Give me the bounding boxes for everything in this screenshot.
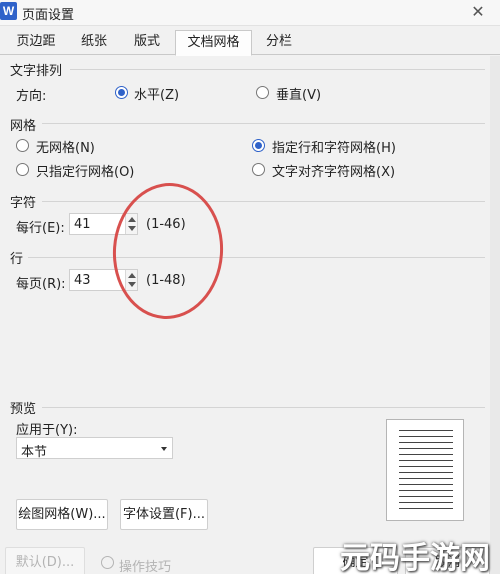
snap-to-char-grid-label[interactable]: 文字对齐字符网格(X)	[272, 161, 395, 180]
chars-per-line-value[interactable]: 41	[74, 217, 91, 232]
preview-text-line	[399, 460, 453, 461]
horizontal-radio[interactable]	[115, 86, 128, 99]
line-grid-only-label[interactable]: 只指定行网格(O)	[36, 161, 134, 180]
background-scrollbar	[490, 56, 500, 574]
section-divider	[42, 123, 485, 124]
preview-text-line	[399, 502, 453, 503]
section-divider	[70, 69, 485, 70]
vertical-radio[interactable]	[256, 86, 269, 99]
tab-columns[interactable]: 分栏	[257, 30, 301, 55]
apply-to-select[interactable]: 本节	[16, 437, 173, 460]
draw-grid-button[interactable]: 绘图网格(W)...	[16, 499, 108, 530]
tab-document-grid[interactable]: 文档网格	[175, 30, 252, 56]
preview-text-line	[399, 496, 453, 497]
tab-bar: 页边距 纸张 版式 文档网格 分栏	[0, 30, 500, 56]
text-direction-title: 文字排列	[10, 64, 63, 79]
tab-layout[interactable]: 版式	[124, 30, 170, 55]
chevron-down-icon[interactable]	[161, 447, 167, 451]
section-divider	[42, 407, 485, 408]
vertical-label[interactable]: 垂直(V)	[276, 84, 321, 103]
direction-label: 方向:	[16, 89, 47, 104]
preview-text-line	[399, 430, 453, 431]
tab-margins[interactable]: 页边距	[6, 30, 66, 55]
lines-title: 行	[10, 252, 24, 267]
preview-title: 预览	[10, 402, 37, 417]
preview-text-line	[399, 442, 453, 443]
preview-text-line	[399, 466, 453, 467]
window-title: 页面设置	[22, 8, 75, 23]
section-divider	[42, 201, 485, 202]
no-grid-label[interactable]: 无网格(N)	[36, 137, 95, 156]
default-button[interactable]: 默认(D)...	[5, 547, 85, 574]
preview-text-line	[399, 484, 453, 485]
preview-text-line	[399, 448, 453, 449]
help-icon[interactable]	[101, 556, 114, 569]
preview-text-line	[399, 478, 453, 479]
line-and-char-grid-label[interactable]: 指定行和字符网格(H)	[272, 137, 396, 156]
section-divider	[28, 257, 485, 258]
wps-writer-icon: W	[0, 2, 17, 20]
site-watermark: 元码手游网	[340, 541, 490, 574]
preview-text-line	[399, 490, 453, 491]
line-and-char-grid-radio[interactable]	[252, 139, 265, 152]
line-grid-only-radio[interactable]	[16, 163, 29, 176]
snap-to-char-grid-radio[interactable]	[252, 163, 265, 176]
no-grid-radio[interactable]	[16, 139, 29, 152]
apply-to-value[interactable]: 本节	[21, 441, 47, 460]
lines-per-page-label: 每页(R):	[16, 277, 66, 292]
preview-text-line	[399, 454, 453, 455]
horizontal-label[interactable]: 水平(Z)	[134, 84, 179, 103]
apply-to-label: 应用于(Y):	[16, 423, 78, 438]
characters-title: 字符	[10, 196, 37, 211]
font-settings-button[interactable]: 字体设置(F)...	[120, 499, 208, 530]
chars-per-line-label: 每行(E):	[16, 221, 65, 236]
tips-link[interactable]: 操作技巧	[119, 556, 171, 574]
grid-title: 网格	[10, 119, 37, 134]
tab-paper[interactable]: 纸张	[70, 30, 118, 55]
title-bar: W 页面设置 ✕	[0, 0, 500, 26]
page-preview	[386, 419, 464, 521]
preview-text-line	[399, 472, 453, 473]
close-icon[interactable]: ✕	[468, 2, 488, 22]
preview-text-line	[399, 508, 453, 509]
lines-per-page-value[interactable]: 43	[74, 273, 91, 288]
preview-text-line	[399, 436, 453, 437]
